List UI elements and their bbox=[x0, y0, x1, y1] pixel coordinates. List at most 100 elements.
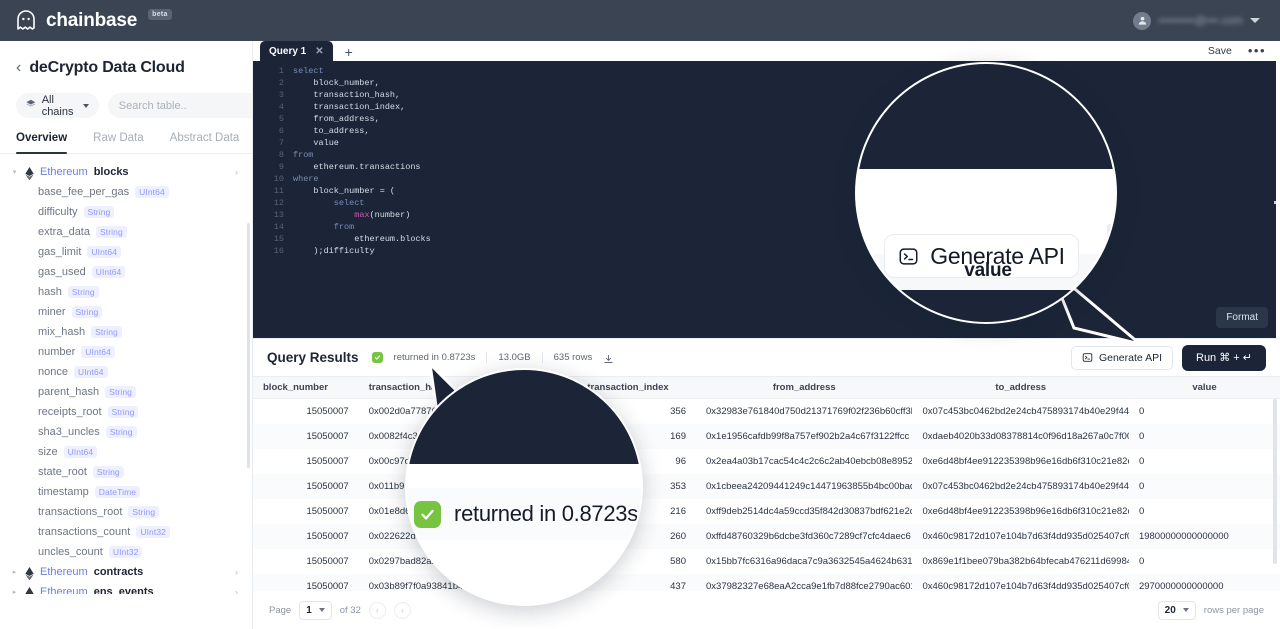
cell-transaction-index: 169 bbox=[670, 430, 686, 442]
code-line: 15 ethereum.blocks bbox=[253, 233, 1280, 245]
chevron-right-icon[interactable]: › bbox=[235, 587, 238, 594]
chevron-down-icon bbox=[1182, 608, 1189, 612]
tree-column-hash[interactable]: hash String bbox=[0, 282, 252, 302]
column-name: timestamp bbox=[38, 486, 89, 498]
format-button[interactable]: Format bbox=[1216, 307, 1268, 328]
expand-toggle-icon[interactable]: ▸ bbox=[10, 568, 19, 576]
brand-logo[interactable]: chainbase beta bbox=[14, 9, 172, 33]
cell-transaction-hash: 0x0297bad82a23da4e467c7c... bbox=[368, 555, 502, 567]
column-type-badge: DateTime bbox=[94, 486, 141, 498]
more-horizontal-icon[interactable]: ••• bbox=[1248, 44, 1266, 57]
col-header-transaction-index[interactable]: transaction_index bbox=[560, 376, 696, 399]
code-text: block_number = ( bbox=[293, 186, 396, 196]
column-name: size bbox=[38, 446, 58, 458]
tree-column-state_root[interactable]: state_root String bbox=[0, 462, 252, 482]
run-label: Run ⌘ + ↵ bbox=[1196, 352, 1252, 364]
chevron-down-icon[interactable] bbox=[1250, 18, 1260, 23]
code-line: 10 where bbox=[253, 173, 1280, 185]
page-number-select[interactable]: 1 bbox=[299, 600, 332, 620]
cell-transaction-index: 353 bbox=[670, 480, 686, 492]
cell-block-number: 15050007 bbox=[306, 405, 349, 417]
tree-column-gas_used[interactable]: gas_used UInt64 bbox=[0, 262, 252, 282]
tree-table-contracts[interactable]: ▸ Ethereum contracts › bbox=[0, 562, 252, 582]
chevron-left-icon[interactable]: ‹ bbox=[16, 60, 21, 76]
col-header-value[interactable]: value bbox=[1128, 376, 1280, 399]
user-email: •••••••••@•••.com bbox=[1158, 14, 1243, 27]
tree-column-transactions_count[interactable]: transactions_count UInt32 bbox=[0, 522, 252, 542]
col-header-block-number[interactable]: block_number bbox=[253, 376, 359, 399]
chevron-right-icon[interactable]: › bbox=[235, 167, 238, 177]
tab-raw-data[interactable]: Raw Data bbox=[93, 132, 144, 153]
code-text: ethereum.blocks bbox=[293, 234, 431, 244]
tree-column-extra_data[interactable]: extra_data String bbox=[0, 222, 252, 242]
rows-per-page-select[interactable]: 20 bbox=[1157, 600, 1196, 620]
column-name: difficulty bbox=[38, 206, 78, 218]
close-icon[interactable]: ✕ bbox=[315, 46, 323, 57]
tree-column-timestamp[interactable]: timestamp DateTime bbox=[0, 482, 252, 502]
results-scrollbar[interactable] bbox=[1273, 399, 1277, 564]
col-header-to-address[interactable]: to_address bbox=[912, 376, 1129, 399]
search-input[interactable] bbox=[118, 99, 252, 112]
expand-toggle-icon[interactable]: ▸ bbox=[10, 588, 19, 594]
line-number: 9 bbox=[278, 162, 284, 172]
cell-block-number: 15050007 bbox=[306, 430, 349, 442]
tree-column-miner[interactable]: miner String bbox=[0, 302, 252, 322]
run-query-button[interactable]: Run ⌘ + ↵ bbox=[1182, 344, 1266, 371]
tree-column-size[interactable]: size UInt64 bbox=[0, 442, 252, 462]
tree-column-gas_limit[interactable]: gas_limit UInt64 bbox=[0, 242, 252, 262]
code-text: ethereum.transactions bbox=[293, 162, 421, 172]
expand-toggle-icon[interactable]: ▾ bbox=[10, 168, 19, 176]
cell-from-address: 0xffd48760329b6dcbe3fd360c7289cf7cfc4dae… bbox=[706, 530, 911, 542]
tree-column-base_fee_per_gas[interactable]: base_fee_per_gas UInt64 bbox=[0, 182, 252, 202]
user-avatar-icon bbox=[1133, 11, 1152, 30]
tree-column-transactions_root[interactable]: transactions_root String bbox=[0, 502, 252, 522]
tree-column-number[interactable]: number UInt64 bbox=[0, 342, 252, 362]
search-table-box[interactable] bbox=[107, 93, 252, 118]
cell-to-address: 0x869e1f1bee079ba382b64bfecab476211d6998… bbox=[922, 555, 1129, 567]
column-name: gas_limit bbox=[38, 246, 82, 258]
user-menu[interactable]: •••••••••@•••.com bbox=[1133, 11, 1266, 30]
sidebar-scrollbar[interactable] bbox=[247, 223, 250, 468]
download-icon[interactable] bbox=[603, 352, 614, 363]
table-row[interactable]: 15050007 0x0297bad82a23da4e467c7c... 580 0x… bbox=[253, 549, 1280, 574]
column-type-badge: String bbox=[95, 226, 127, 238]
tree-column-mix_hash[interactable]: mix_hash String bbox=[0, 322, 252, 342]
cell-block-number: 15050007 bbox=[306, 455, 349, 467]
cell-from-address: 0x32983e761840d750d21371769f02f236b60cff… bbox=[706, 405, 913, 417]
code-line: 5 from_address, bbox=[253, 113, 1280, 125]
tree-column-sha3_uncles[interactable]: sha3_uncles String bbox=[0, 422, 252, 442]
line-number: 15 bbox=[273, 234, 284, 244]
plus-icon[interactable]: + bbox=[333, 43, 365, 61]
pagination-bar: Page 1 of 32 ‹ › 20 rows per page bbox=[253, 591, 1280, 629]
table-row[interactable]: 15050007 0x022622d9e2dd141f17b... 260 0xffd… bbox=[253, 523, 1280, 549]
tree-column-uncles_count[interactable]: uncles_count UInt32 bbox=[0, 542, 252, 562]
tree-column-difficulty[interactable]: difficulty String bbox=[0, 202, 252, 222]
query-tab[interactable]: Query 1 ✕ bbox=[260, 41, 333, 61]
column-name: miner bbox=[38, 306, 66, 318]
tree-column-parent_hash[interactable]: parent_hash String bbox=[0, 382, 252, 402]
cell-block-number: 15050007 bbox=[306, 530, 349, 542]
tree-table-blocks[interactable]: ▾ Ethereum blocks › bbox=[0, 162, 252, 182]
cell-to-address: 0xe6d48bf4ee912235398b96e16db6f310c21e82… bbox=[922, 455, 1129, 467]
tree-column-nonce[interactable]: nonce UInt64 bbox=[0, 362, 252, 382]
prev-page-button[interactable]: ‹ bbox=[368, 601, 386, 619]
column-type-badge: String bbox=[67, 286, 99, 298]
column-type-badge: String bbox=[71, 306, 103, 318]
line-number: 16 bbox=[273, 246, 284, 256]
col-header-from-address[interactable]: from_address bbox=[696, 376, 913, 399]
tab-abstract-data[interactable]: Abstract Data bbox=[170, 132, 240, 153]
column-name: receipts_root bbox=[38, 406, 102, 418]
rows-per-page-label: rows per page bbox=[1203, 604, 1264, 616]
tree-chain-name: Ethereum bbox=[40, 566, 88, 578]
next-page-button[interactable]: › bbox=[393, 601, 411, 619]
tab-overview[interactable]: Overview bbox=[16, 132, 68, 154]
line-number: 4 bbox=[278, 102, 284, 112]
tree-column-receipts_root[interactable]: receipts_root String bbox=[0, 402, 252, 422]
chain-filter-dropdown[interactable]: All chains bbox=[16, 93, 99, 118]
table-row[interactable]: 15050007 0x011b96f8da2d38f25c... 353 0x1cbe… bbox=[253, 473, 1280, 499]
column-name: parent_hash bbox=[38, 386, 100, 398]
table-row[interactable]: 15050007 0x01e8d6b435abb17a4... 216 0xff9de… bbox=[253, 499, 1280, 524]
tree-table-ens_events[interactable]: ▸ Ethereum ens_events › bbox=[0, 582, 252, 594]
chevron-right-icon[interactable]: › bbox=[235, 567, 238, 577]
save-button[interactable]: Save bbox=[1208, 45, 1232, 57]
